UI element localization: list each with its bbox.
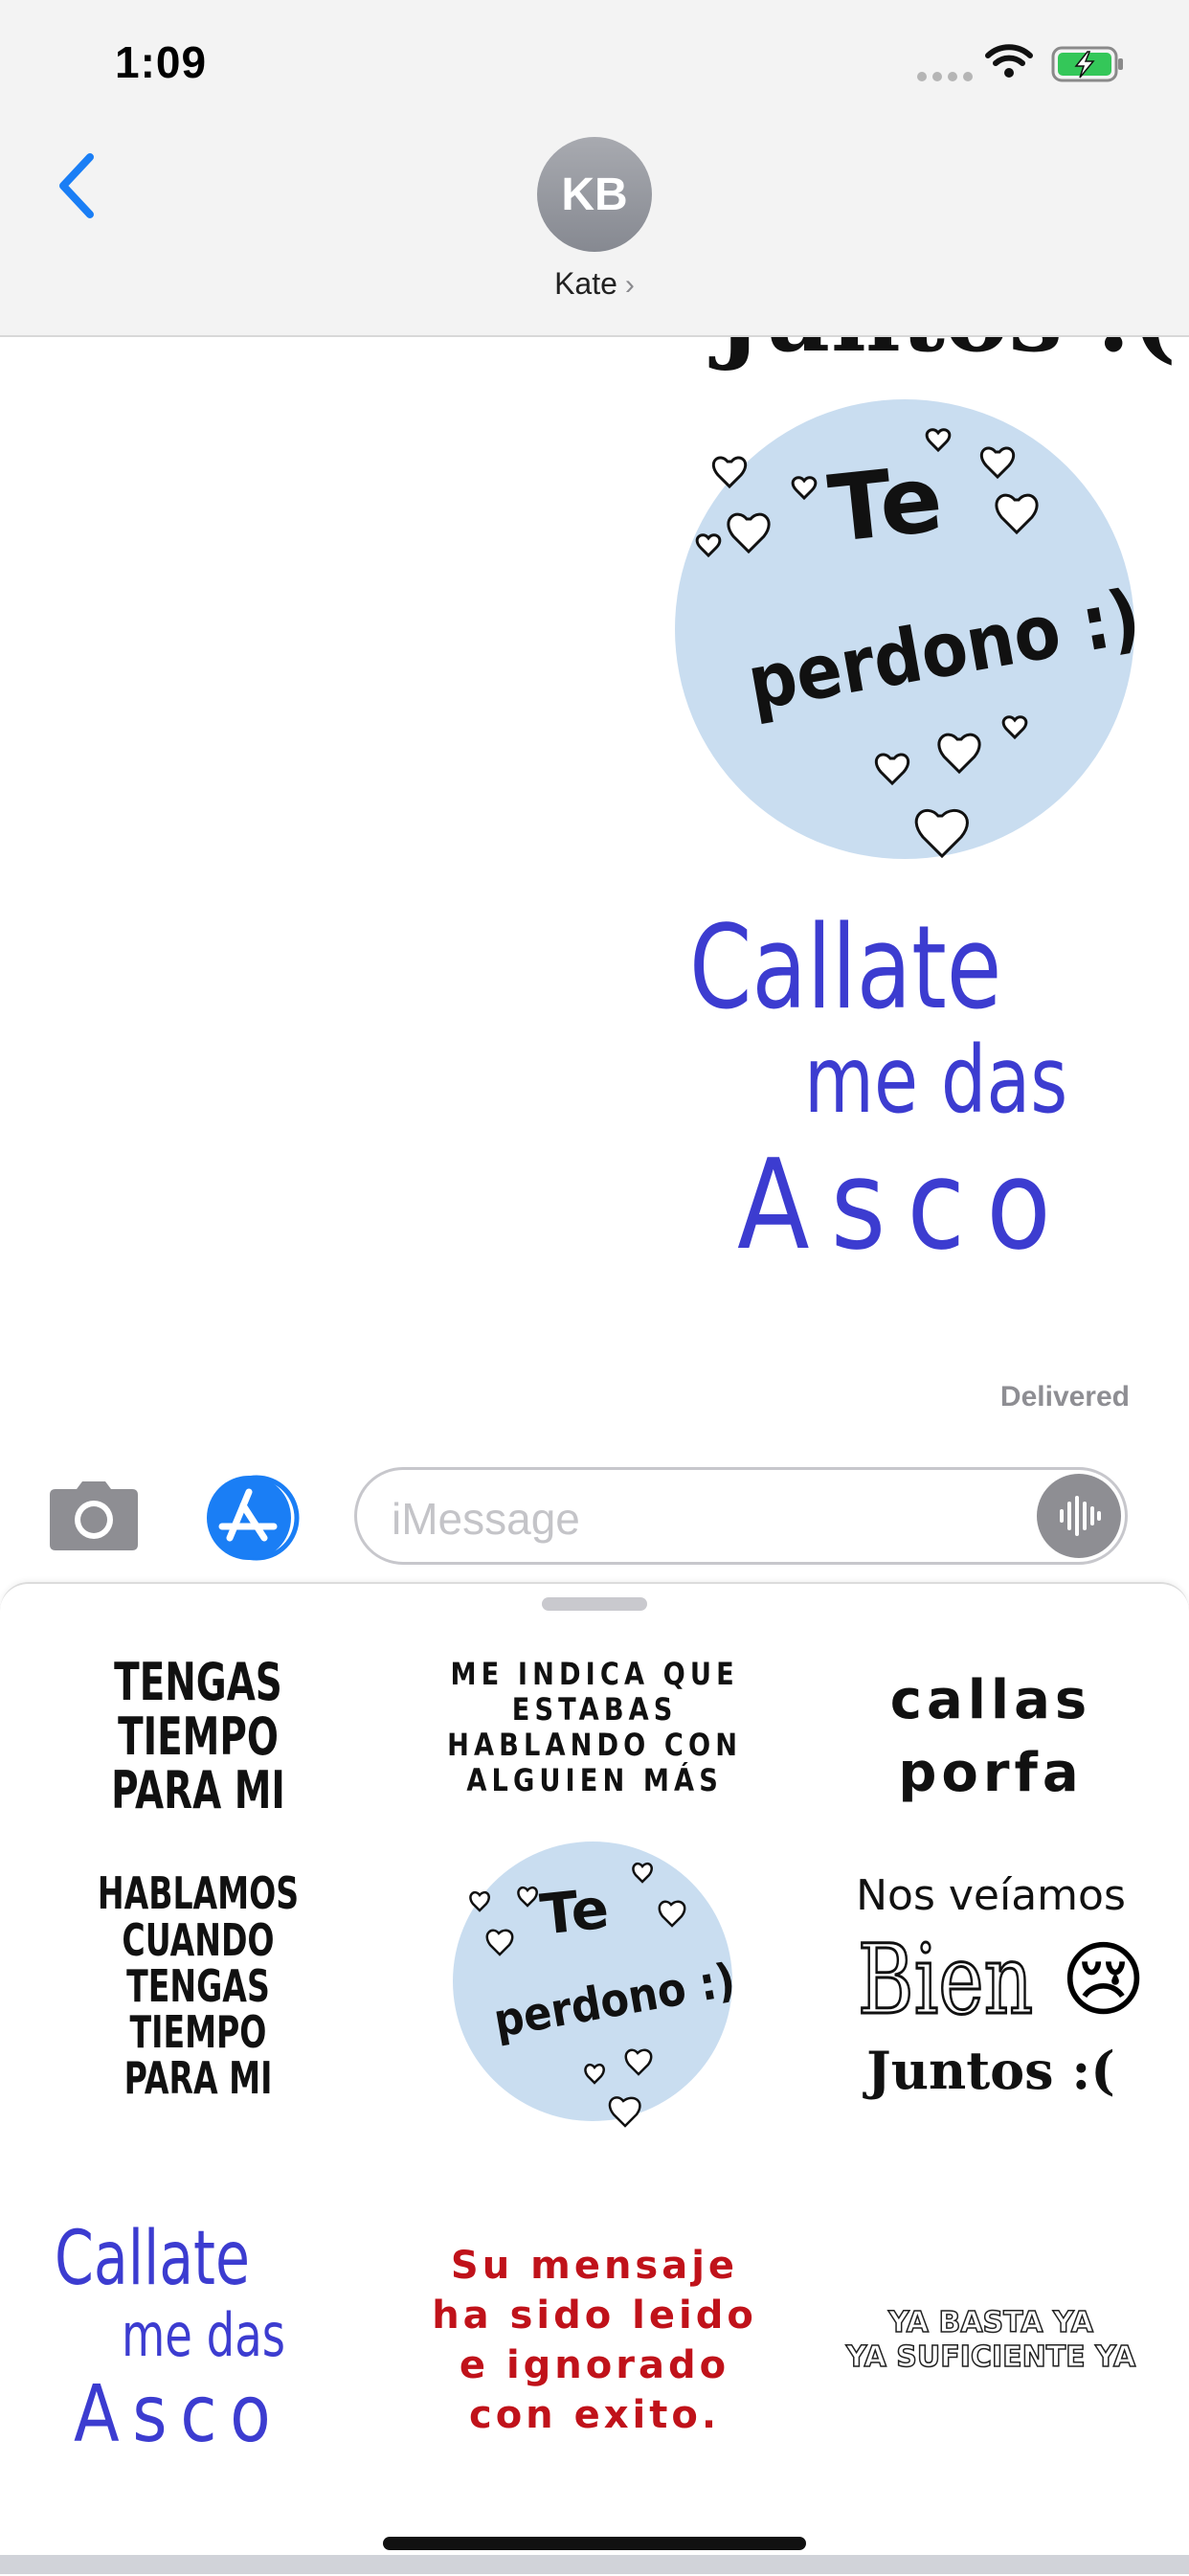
sticker-te-line1: Te — [537, 1876, 612, 1948]
sticker-callas-porfa[interactable]: callas porfa — [793, 1584, 1189, 1833]
sticker-tengas-tiempo[interactable]: TENGAS TIEMPO PARA MI — [0, 1584, 396, 1833]
sticker-text-line: ME INDICA QUE — [450, 1656, 739, 1693]
sticker-text-line: callas — [889, 1669, 1092, 1732]
callate-line2: me das — [122, 2300, 285, 2370]
sticker-text-line: ha sido leido — [432, 2294, 757, 2338]
home-indicator[interactable] — [383, 2537, 806, 2550]
imessage-field-container[interactable] — [354, 1467, 1128, 1565]
sticker-text-line: Juntos :( — [866, 2040, 1115, 2101]
contact-name-button[interactable]: Kate › — [498, 266, 691, 302]
app-store-icon[interactable] — [201, 1475, 306, 1561]
sticker-hablamos-cuando[interactable]: HABLAMOS CUANDO TENGAS TIEMPO PARA MI — [0, 1804, 396, 2168]
sticker-me-indica[interactable]: ME INDICA QUE ESTABAS HABLANDO CON ALGUI… — [396, 1584, 793, 1833]
callate-line2: me das — [804, 1027, 1068, 1134]
imessage-input[interactable] — [390, 1489, 987, 1548]
sticker-te-line1: Te — [824, 445, 948, 564]
delivered-status: Delivered — [999, 1381, 1130, 1412]
contact-avatar[interactable]: KB — [537, 137, 652, 252]
sticker-text-line: TENGAS TIEMPO — [114, 1651, 282, 1767]
sticker-text-line: ALGUIEN MÁS — [466, 1761, 723, 1798]
sticker-te-perdono[interactable]: Te perdono :) — [396, 1804, 793, 2168]
sticker-nos-veiamos[interactable]: Nos veíamos Bien 😢 Juntos :( — [793, 1804, 1189, 2168]
status-time: 1:09 — [115, 37, 208, 87]
sticker-text-line: Bien — [856, 1923, 1034, 2038]
sticker-text-line: con exito. — [468, 2393, 721, 2437]
audio-message-icon[interactable] — [1037, 1474, 1121, 1558]
sticker-text-line: PARA MI — [123, 2052, 273, 2105]
sticker-callate[interactable]: Callate me das Asco — [0, 2158, 396, 2522]
sticker-te-perdono-art: Te perdono :) — [453, 1842, 738, 2128]
sticker-text-line: porfa — [898, 1742, 1084, 1804]
sticker-su-mensaje[interactable]: Su mensaje ha sido leido e ignorado con … — [396, 2158, 793, 2522]
crying-face-emoji: 😢 — [1060, 1933, 1147, 2026]
sticker-text-line: Nos veíamos — [856, 1871, 1126, 1920]
contact-name: Kate — [554, 266, 617, 301]
callate-line1: Callate — [55, 2216, 250, 2302]
sticker-text-line: HABLAMOS CUANDO — [97, 1867, 300, 1966]
sticker-callate-message[interactable]: Callate me das Asco — [689, 902, 1110, 1323]
cellular-signal-icon — [917, 72, 973, 81]
callate-line3: Asco — [737, 1132, 1072, 1277]
bottom-strip — [0, 2555, 1189, 2574]
sticker-text-line: YA SUFICIENTE YA — [845, 2339, 1136, 2375]
camera-icon[interactable] — [48, 1480, 140, 1552]
battery-charging-icon — [1051, 46, 1123, 82]
back-chevron-icon[interactable] — [56, 151, 98, 220]
sticker-ya-basta[interactable]: YA BASTA YA YA SUFICIENTE YA — [793, 2158, 1189, 2522]
message-thread[interactable]: Juntos :( Te perdono :) Callate me das A… — [0, 337, 1189, 1438]
sticker-text-line: HABLANDO CON — [447, 1727, 742, 1763]
sticker-juntos-partial[interactable]: Juntos :( — [716, 337, 1177, 373]
wifi-icon — [985, 44, 1033, 78]
sticker-text-line: Su mensaje — [450, 2244, 739, 2288]
chevron-right-icon: › — [624, 269, 635, 301]
callate-line1: Callate — [689, 902, 1002, 1035]
sticker-text-line: e ignorado — [459, 2343, 730, 2387]
sticker-text-line: ESTABAS — [511, 1691, 678, 1729]
sticker-text-line: YA BASTA YA — [887, 2305, 1094, 2340]
sticker-drawer[interactable]: TENGAS TIEMPO PARA MI ME INDICA QUE ESTA… — [0, 1582, 1189, 2576]
conversation-header: 1:09 KB Kate › — [0, 0, 1189, 337]
callate-line3: Asco — [74, 2369, 284, 2460]
sticker-text-line: TENGAS TIEMPO — [126, 1959, 270, 2059]
sticker-te-perdono-message[interactable]: Te perdono :) — [670, 395, 1139, 873]
